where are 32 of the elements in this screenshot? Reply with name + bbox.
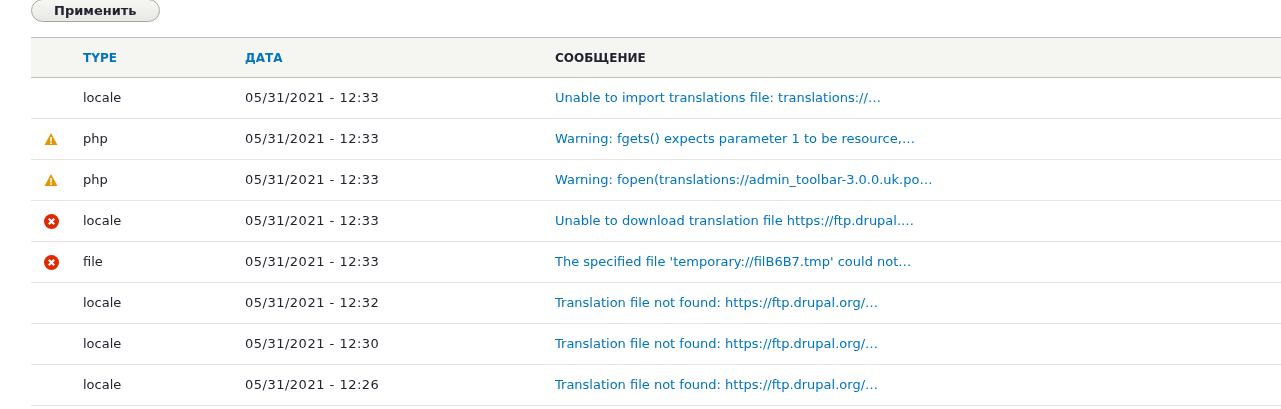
message-link[interactable]: Warning: fgets() expects parameter 1 to be resource,… bbox=[555, 131, 915, 147]
table-cell: 05/31/2021 - 12:30 bbox=[245, 336, 380, 352]
message-link[interactable]: Unable to download translation file https://ftp.drupal.… bbox=[555, 213, 915, 229]
message-link[interactable]: The specified file 'temporary://filB6B7.tmp' could not… bbox=[555, 254, 912, 270]
table-cell: locale bbox=[83, 336, 122, 352]
table-cell: locale bbox=[83, 295, 122, 311]
message-link[interactable]: Translation file not found: https://ftp.drupal.org/… bbox=[555, 295, 879, 311]
table-cell: locale bbox=[83, 213, 122, 229]
table-cell: 05/31/2021 - 12:26 bbox=[245, 377, 380, 393]
message-link[interactable]: Translation file not found: https://ftp.drupal.org/… bbox=[555, 377, 879, 393]
column-header: СООБЩЕНИЕ bbox=[555, 50, 646, 65]
table-cell: locale bbox=[83, 90, 122, 106]
warning-icon bbox=[44, 132, 58, 146]
table-cell: 05/31/2021 - 12:33 bbox=[245, 131, 380, 147]
table-cell: 05/31/2021 - 12:33 bbox=[245, 213, 380, 229]
apply-button[interactable]: Применить bbox=[31, 0, 160, 22]
column-header[interactable]: TYPE bbox=[83, 50, 117, 65]
table-cell: php bbox=[83, 131, 108, 147]
message-link[interactable]: Translation file not found: https://ftp.drupal.org/… bbox=[555, 336, 879, 352]
table-cell: file bbox=[83, 254, 103, 270]
table-cell: 05/31/2021 - 12:33 bbox=[245, 90, 380, 106]
column-header[interactable]: ДАТА bbox=[245, 50, 283, 65]
table-cell: 05/31/2021 - 12:32 bbox=[245, 295, 380, 311]
message-link[interactable]: Warning: fopen(translations://admin_toolbar-3.0.0.uk.po… bbox=[555, 172, 933, 188]
table-cell: locale bbox=[83, 377, 122, 393]
table-cell: 05/31/2021 - 12:33 bbox=[245, 254, 380, 270]
table-cell: 05/31/2021 - 12:33 bbox=[245, 172, 380, 188]
error-icon bbox=[43, 254, 59, 270]
error-icon bbox=[43, 213, 59, 229]
table-cell: php bbox=[83, 172, 108, 188]
message-link[interactable]: Unable to import translations file: translations://… bbox=[555, 90, 881, 106]
warning-icon bbox=[44, 173, 58, 187]
